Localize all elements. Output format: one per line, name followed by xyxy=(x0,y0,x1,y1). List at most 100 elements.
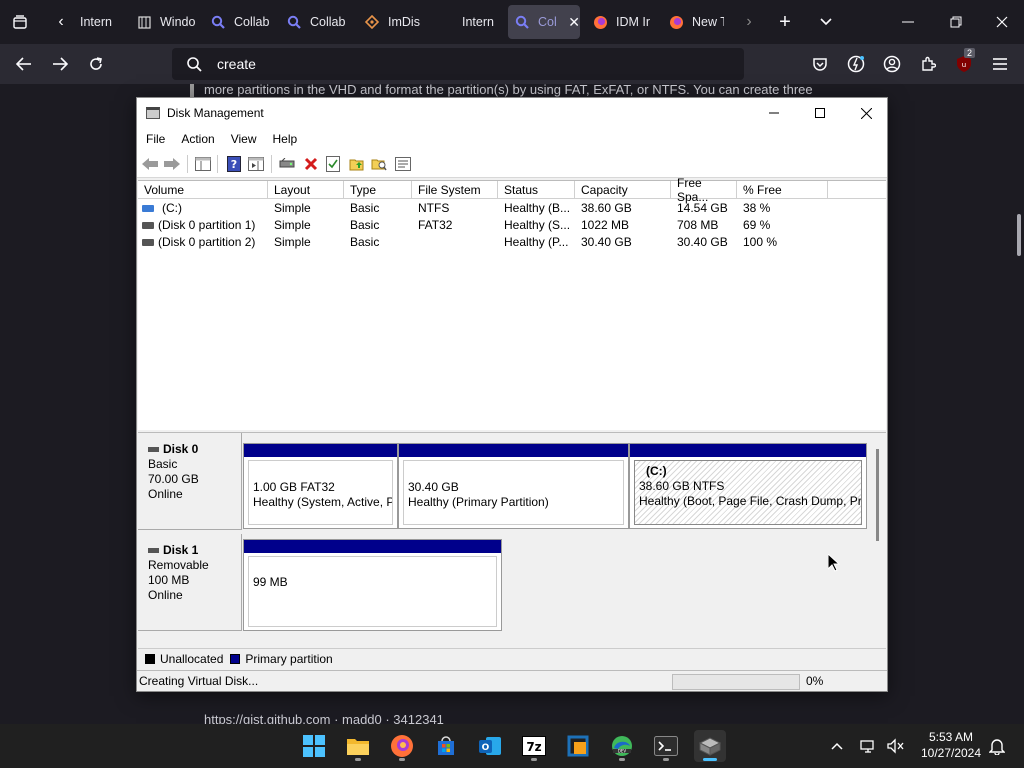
list-tabs-icon[interactable] xyxy=(814,10,838,34)
column-header-status[interactable]: Status xyxy=(498,181,575,199)
volume-capacity: 38.60 GB xyxy=(581,201,632,215)
partition-body: 30.40 GB Healthy (Primary Partition) xyxy=(403,460,624,525)
vpn-icon[interactable] xyxy=(844,52,868,76)
column-header-percent-free[interactable]: % Free xyxy=(737,181,828,199)
tab-imdis[interactable]: ImDis xyxy=(358,5,424,39)
dm-maximize-button[interactable] xyxy=(797,98,843,128)
restore-button[interactable] xyxy=(938,8,974,36)
address-bar[interactable]: create xyxy=(172,48,744,80)
menu-action[interactable]: Action xyxy=(172,132,221,146)
tab-overview-icon[interactable] xyxy=(8,10,32,34)
tab-label: IDM Ir xyxy=(616,15,651,29)
menu-file[interactable]: File xyxy=(137,132,172,146)
pocket-icon[interactable] xyxy=(808,52,832,76)
tabs-scroll-right-icon[interactable]: › xyxy=(738,10,760,34)
delete-icon[interactable] xyxy=(302,155,320,173)
back-arrow-icon[interactable] xyxy=(141,155,159,173)
tab-label: ImDis xyxy=(388,15,420,29)
column-header-capacity[interactable]: Capacity xyxy=(575,181,671,199)
network-icon[interactable] xyxy=(858,736,880,756)
dm-close-button[interactable] xyxy=(843,98,889,128)
help-icon[interactable]: ? xyxy=(225,155,243,173)
terminal-icon[interactable] xyxy=(650,730,682,762)
tab-collab-1[interactable]: Collab xyxy=(204,5,270,39)
partition-status: Healthy (Boot, Page File, Crash Dump, Pr… xyxy=(639,494,862,508)
settings-list-icon[interactable] xyxy=(394,155,412,173)
show-hidden-icons-button[interactable] xyxy=(826,736,848,756)
volume-muted-icon[interactable] xyxy=(884,736,906,756)
outlook-icon[interactable]: O xyxy=(474,730,506,762)
tab-new[interactable]: New T xyxy=(662,5,724,39)
partition-disk0-1[interactable]: 1.00 GB FAT32 Healthy (System, Active, P xyxy=(243,443,398,529)
tab-close-icon[interactable]: ✕ xyxy=(568,14,580,31)
volume-layout: Simple xyxy=(274,235,311,249)
connect-virtual-disk-icon[interactable] xyxy=(278,155,296,173)
toolbar: ? xyxy=(137,150,887,178)
column-header-filler xyxy=(828,181,886,199)
page-icon xyxy=(136,14,152,30)
system-clock[interactable]: 5:53 AM 10/27/2024 xyxy=(916,729,986,761)
close-window-button[interactable] xyxy=(984,8,1020,36)
microsoft-store-icon[interactable] xyxy=(430,730,462,762)
dm-minimize-button[interactable] xyxy=(751,98,797,128)
new-tab-button[interactable]: + xyxy=(772,10,798,34)
minimize-button[interactable] xyxy=(890,8,926,36)
disk-management-taskbar-icon[interactable] xyxy=(694,730,726,762)
menu-view[interactable]: View xyxy=(222,132,264,146)
firefox-taskbar-icon[interactable] xyxy=(386,730,418,762)
volume-type: Basic xyxy=(350,201,380,215)
reload-icon[interactable] xyxy=(84,52,108,76)
extensions-icon[interactable] xyxy=(916,52,940,76)
tab-intern-2[interactable]: Intern xyxy=(456,5,502,39)
column-header-type[interactable]: Type xyxy=(344,181,412,199)
ublock-icon[interactable]: u 2 xyxy=(952,48,976,76)
graph-scrollbar[interactable] xyxy=(876,449,879,541)
disk-1-label[interactable]: Disk 1 Removable 100 MB Online xyxy=(138,534,242,631)
table-row[interactable]: (Disk 0 partition 1) Simple Basic FAT32 … xyxy=(138,217,886,234)
partition-disk1-1[interactable]: 99 MB xyxy=(243,539,502,631)
column-header-volume[interactable]: Volume xyxy=(138,181,268,199)
volume-type: Basic xyxy=(350,218,380,232)
tab-collab-2[interactable]: Collab xyxy=(280,5,346,39)
start-button[interactable] xyxy=(298,730,330,762)
tab-label: Col xyxy=(538,15,557,29)
open-folder-icon[interactable] xyxy=(348,155,366,173)
toolbar-separator xyxy=(271,155,272,173)
page-scrollbar[interactable] xyxy=(1017,214,1021,256)
column-header-file-system[interactable]: File System xyxy=(412,181,498,199)
tab-intern-1[interactable]: Intern xyxy=(74,5,124,39)
account-icon[interactable] xyxy=(880,52,904,76)
table-row[interactable]: (C:) Simple Basic NTFS Healthy (B... 38.… xyxy=(138,200,886,217)
7zip-icon[interactable]: 7z xyxy=(518,730,550,762)
virtualbox-icon[interactable] xyxy=(562,730,594,762)
disk-icon xyxy=(148,447,159,452)
notifications-bell-icon[interactable] xyxy=(986,736,1008,756)
edge-dev-icon[interactable]: DEV xyxy=(606,730,638,762)
menu-icon[interactable] xyxy=(988,52,1012,76)
partition-disk0-2[interactable]: 30.40 GB Healthy (Primary Partition) xyxy=(398,443,629,529)
tab-idm[interactable]: IDM Ir xyxy=(586,5,656,39)
show-hide-console-tree-icon[interactable] xyxy=(194,155,212,173)
menu-help[interactable]: Help xyxy=(264,132,305,146)
window-title-bar[interactable]: Disk Management xyxy=(137,98,887,128)
properties-icon[interactable] xyxy=(324,155,342,173)
partition-disk0-c[interactable]: (C:) 38.60 GB NTFS Healthy (Boot, Page F… xyxy=(629,443,867,529)
tab-windo[interactable]: Windo xyxy=(130,5,196,39)
table-row[interactable]: (Disk 0 partition 2) Simple Basic Health… xyxy=(138,234,886,251)
address-bar-text: create xyxy=(217,56,256,72)
forward-icon[interactable] xyxy=(48,52,72,76)
back-icon[interactable] xyxy=(12,52,36,76)
file-explorer-icon[interactable] xyxy=(342,730,374,762)
column-header-layout[interactable]: Layout xyxy=(268,181,344,199)
svg-text:?: ? xyxy=(231,158,237,171)
column-header-free-space[interactable]: Free Spa... xyxy=(671,176,737,204)
explore-icon[interactable] xyxy=(370,155,388,173)
show-action-pane-icon[interactable] xyxy=(247,155,265,173)
tabs-scroll-left-icon[interactable]: ‹ xyxy=(50,10,72,34)
toolbar-separator xyxy=(217,155,218,173)
volume-disk-icon xyxy=(142,222,154,229)
forward-arrow-icon[interactable] xyxy=(163,155,181,173)
disk-0-label[interactable]: Disk 0 Basic 70.00 GB Online xyxy=(138,433,242,530)
tab-col-active[interactable]: Col ✕ xyxy=(508,5,580,39)
tab-label: Collab xyxy=(310,15,346,29)
